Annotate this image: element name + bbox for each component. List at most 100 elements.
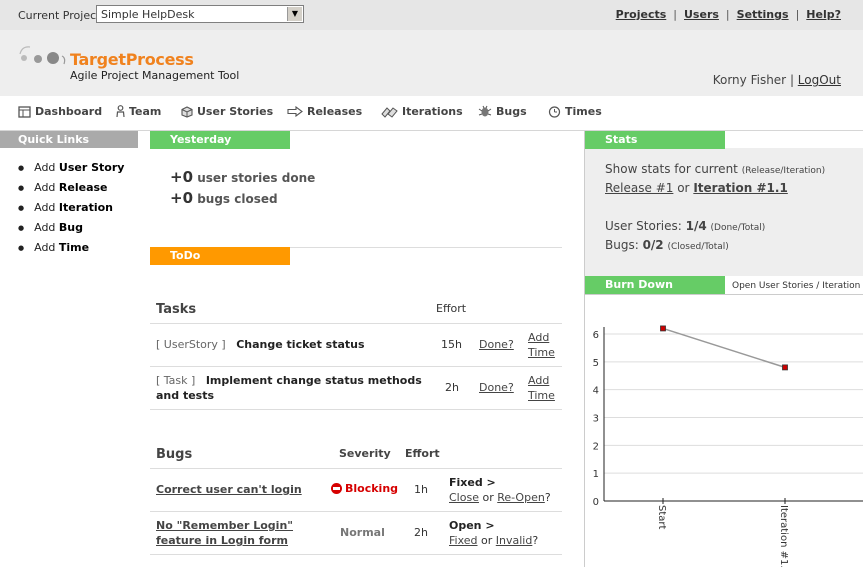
- add-bug-link[interactable]: Add Bug: [18, 220, 124, 240]
- nav-label: Dashboard: [35, 105, 103, 118]
- fixed-link[interactable]: Fixed: [449, 534, 478, 547]
- nav-team[interactable]: Team: [116, 105, 161, 118]
- iteration-link[interactable]: Iteration #1.1: [693, 181, 787, 195]
- bugs-closed-label: bugs closed: [197, 192, 278, 206]
- settings-link[interactable]: Settings: [737, 8, 789, 21]
- iterations-icon: [381, 106, 398, 118]
- nav-dashboard[interactable]: Dashboard: [18, 105, 102, 118]
- bugs-closed-summary: +0 bugs closed: [170, 189, 278, 207]
- burn-down-header: Burn Down: [585, 276, 725, 294]
- nav-user-stories[interactable]: User Stories: [181, 105, 273, 118]
- burn-down-chart: 0 1 2 3 4 5 6 Start Iteration #1.1: [593, 325, 863, 567]
- bug-effort: 1h: [414, 483, 428, 496]
- divider: [150, 511, 562, 512]
- task-row-2: [ Task ] Implement change status methods…: [156, 373, 422, 403]
- brand-name: TargetProcess: [70, 50, 194, 69]
- add-iteration-link[interactable]: Add Iteration: [18, 200, 124, 220]
- clock-icon: [548, 106, 561, 118]
- user-area: Korny Fisher | LogOut: [712, 73, 841, 87]
- bug-state: Fixed > Close or Re-Open?: [449, 476, 551, 504]
- y-tick-label: 3: [593, 414, 599, 425]
- burn-down-subtitle: Open User Stories / Iteration: [732, 281, 861, 291]
- release-link[interactable]: Release #1: [605, 181, 673, 195]
- brand-tagline: Agile Project Management Tool: [70, 69, 240, 82]
- arrow-right-icon: [287, 106, 303, 117]
- nav-releases[interactable]: Releases: [287, 105, 362, 118]
- projects-link[interactable]: Projects: [616, 8, 667, 21]
- yesterday-header: Yesterday: [150, 131, 290, 149]
- bug-state: Open > Fixed or Invalid?: [449, 519, 539, 547]
- help-link[interactable]: Help?: [806, 8, 841, 21]
- current-project-label: Current Project:: [18, 9, 105, 22]
- user-name: Korny Fisher: [712, 73, 787, 87]
- task-name[interactable]: Implement change status methods: [206, 374, 422, 387]
- divider: [150, 409, 562, 410]
- main-nav: Dashboard Team User Stories Releases Ite…: [0, 96, 863, 131]
- nav-label: Bugs: [496, 105, 527, 118]
- separator: |: [725, 8, 730, 21]
- divider: [150, 323, 562, 324]
- nav-label: Times: [565, 105, 602, 118]
- dropdown-arrow-icon[interactable]: ▼: [287, 7, 302, 21]
- x-tick-label: Start: [656, 505, 667, 530]
- users-link[interactable]: Users: [684, 8, 719, 21]
- task-name-cont[interactable]: and tests: [156, 389, 214, 402]
- header: TargetProcess Agile Project Management T…: [0, 30, 863, 96]
- logout-link[interactable]: LogOut: [798, 73, 841, 87]
- task-effort: 2h: [445, 381, 459, 394]
- stats-scope: Release #1 or Iteration #1.1: [605, 181, 788, 195]
- add-time-link[interactable]: Add Time: [528, 330, 555, 360]
- y-tick-label: 2: [593, 441, 599, 452]
- stories-done-summary: +0 user stories done: [170, 168, 315, 186]
- severity-normal: Normal: [340, 526, 385, 539]
- task-name[interactable]: Change ticket status: [236, 338, 364, 351]
- bug-state-label: Fixed >: [449, 476, 496, 489]
- task-row-1: [ UserStory ] Change ticket status: [156, 337, 365, 352]
- bug-name-link[interactable]: Correct user can't login: [156, 482, 302, 497]
- project-select[interactable]: Simple HelpDesk ▼: [96, 5, 304, 23]
- add-user-story-link[interactable]: Add User Story: [18, 160, 124, 180]
- close-link[interactable]: Close: [449, 491, 479, 504]
- add-time-link[interactable]: Add Time: [528, 373, 555, 403]
- divider: [150, 554, 562, 555]
- severity-blocking: Blocking: [331, 481, 398, 496]
- y-tick-label: 4: [593, 386, 599, 397]
- tasks-header: Tasks: [156, 302, 197, 317]
- add-time-link[interactable]: Add Time: [18, 240, 124, 260]
- bugs-closed-count: +0: [170, 189, 194, 207]
- bug-effort: 2h: [414, 526, 428, 539]
- task-type: [ Task ]: [156, 374, 196, 387]
- y-tick-label: 6: [593, 330, 599, 341]
- stats-header: Stats: [585, 131, 725, 149]
- done-link[interactable]: Done?: [479, 380, 514, 395]
- invalid-link[interactable]: Invalid: [496, 534, 533, 547]
- quick-links-list: Add User Story Add Release Add Iteration…: [18, 160, 124, 260]
- data-point: [782, 364, 788, 371]
- top-links: Projects | Users | Settings | Help?: [616, 8, 841, 21]
- nav-bugs[interactable]: Bugs: [478, 105, 527, 118]
- nav-label: Team: [129, 105, 162, 118]
- done-link[interactable]: Done?: [479, 337, 514, 352]
- nav-label: Iterations: [402, 105, 463, 118]
- stats-bugs: Bugs: 0/2 (Closed/Total): [605, 238, 729, 252]
- nav-times[interactable]: Times: [548, 105, 602, 118]
- nav-label: User Stories: [197, 105, 274, 118]
- bug-effort-header: Effort: [405, 447, 440, 460]
- divider: [585, 294, 863, 295]
- blocking-icon: [331, 483, 342, 494]
- effort-header: Effort: [436, 302, 467, 315]
- dashboard-icon: [18, 105, 31, 118]
- quick-links-header: Quick Links: [0, 131, 138, 148]
- bug-state-label: Open >: [449, 519, 495, 532]
- bug-name-link[interactable]: No "Remember Login" feature in Login form: [156, 518, 293, 548]
- add-release-link[interactable]: Add Release: [18, 180, 124, 200]
- nav-label: Releases: [307, 105, 363, 118]
- stories-done-label: user stories done: [197, 171, 316, 185]
- reopen-link[interactable]: Re-Open: [497, 491, 545, 504]
- nav-iterations[interactable]: Iterations: [381, 105, 463, 118]
- task-effort: 15h: [441, 338, 462, 351]
- cube-icon: [181, 105, 193, 118]
- data-point: [660, 325, 666, 332]
- project-bar: Current Project: Simple HelpDesk ▼ Proje…: [0, 0, 863, 30]
- separator: |: [673, 8, 677, 21]
